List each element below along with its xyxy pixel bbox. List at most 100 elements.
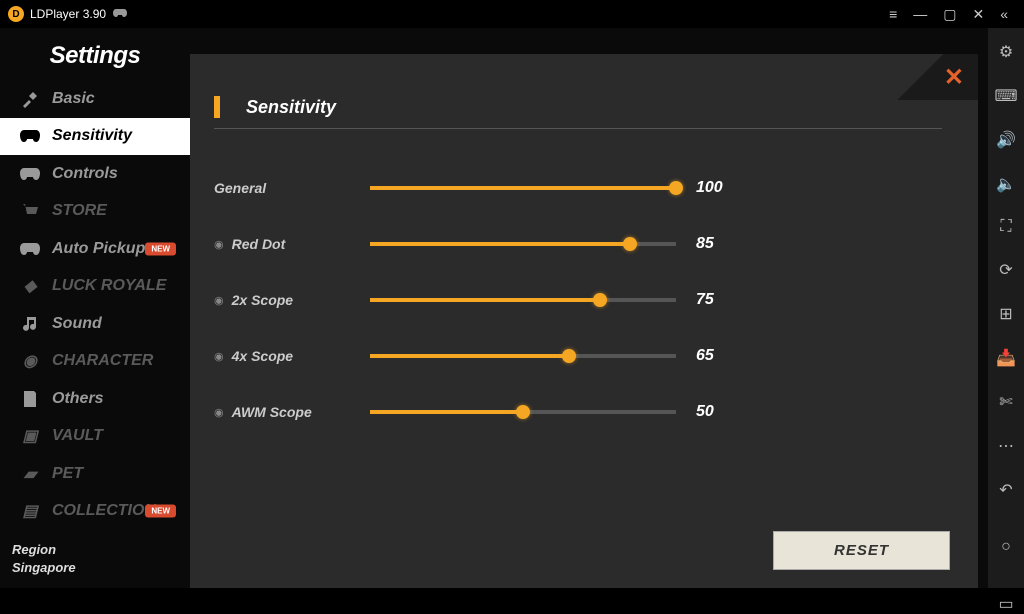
scissors-icon[interactable]: ✄ bbox=[999, 392, 1012, 412]
dice-icon: ◆ bbox=[18, 276, 42, 296]
nav-pet[interactable]: ▰ PET bbox=[0, 455, 190, 493]
close-panel-button[interactable]: ✕ bbox=[898, 54, 978, 100]
cart-icon bbox=[18, 202, 42, 220]
nav-sensitivity[interactable]: Sensitivity bbox=[0, 118, 190, 156]
nav-label: Basic bbox=[52, 90, 95, 108]
slider-label: 2x Scope bbox=[232, 292, 293, 308]
slider-label: AWM Scope bbox=[232, 404, 312, 420]
reset-button[interactable]: RESET bbox=[773, 531, 950, 570]
nav-label: VAULT bbox=[52, 427, 103, 445]
nav-label: STORE bbox=[52, 202, 107, 220]
settings-panel: ✕ Sensitivity General 100 bbox=[190, 54, 978, 588]
volume-up-icon[interactable]: 🔊 bbox=[996, 130, 1016, 150]
region-label: Region bbox=[12, 542, 178, 557]
app-name: LDPlayer 3.90 bbox=[30, 7, 106, 21]
collapse-toolbar-button[interactable]: « bbox=[992, 4, 1016, 24]
nav-character[interactable]: ◉ CHARACTER bbox=[0, 343, 190, 381]
nav-controls[interactable]: Controls bbox=[0, 155, 190, 193]
accent-bar bbox=[214, 96, 220, 118]
slider-label: General bbox=[214, 180, 266, 196]
sync-icon[interactable]: ⟳ bbox=[999, 260, 1012, 280]
new-badge: NEW bbox=[145, 242, 176, 255]
fullscreen-icon[interactable]: ⛶ bbox=[1000, 218, 1011, 236]
nav-auto-pickup[interactable]: Auto Pickup NEW bbox=[0, 230, 190, 268]
nav-store[interactable]: STORE bbox=[0, 193, 190, 231]
scope-icon: ◉ bbox=[214, 406, 224, 419]
nav-label: Auto Pickup bbox=[52, 240, 145, 258]
main-area: Settings Basic Sensitivity Controls STOR… bbox=[0, 28, 1024, 588]
section-header: Sensitivity bbox=[214, 96, 942, 129]
nav-others[interactable]: Others bbox=[0, 380, 190, 418]
nav-label: PET bbox=[52, 465, 83, 483]
pet-icon: ▰ bbox=[18, 464, 42, 484]
scope-icon: ◉ bbox=[214, 294, 224, 307]
game-content: Settings Basic Sensitivity Controls STOR… bbox=[0, 28, 988, 588]
music-icon bbox=[18, 315, 42, 333]
nav-label: Sensitivity bbox=[52, 127, 132, 145]
install-icon[interactable]: ⊞ bbox=[999, 304, 1012, 324]
slider-value: 75 bbox=[696, 291, 746, 309]
region-block[interactable]: Region Singapore bbox=[0, 530, 190, 588]
wrench-icon bbox=[18, 89, 42, 109]
slider-label: Red Dot bbox=[232, 236, 286, 252]
nav-collection[interactable]: ▤ COLLECTION NEW bbox=[0, 493, 190, 531]
slider-4x-scope: ◉ 4x Scope 65 bbox=[214, 347, 942, 365]
slider-track-awm[interactable] bbox=[370, 410, 676, 414]
gamepad-icon bbox=[18, 129, 42, 143]
home-icon[interactable]: ○ bbox=[1001, 538, 1011, 556]
back-icon[interactable]: ↶ bbox=[999, 480, 1012, 500]
person-icon: ◉ bbox=[18, 351, 42, 371]
slider-track-general[interactable] bbox=[370, 186, 676, 190]
new-badge: NEW bbox=[145, 505, 176, 518]
slider-thumb[interactable] bbox=[516, 405, 530, 419]
close-icon: ✕ bbox=[944, 63, 964, 92]
nav-label: CHARACTER bbox=[52, 352, 153, 370]
minimize-button[interactable]: — bbox=[905, 4, 935, 24]
nav-sound[interactable]: Sound bbox=[0, 305, 190, 343]
slider-thumb[interactable] bbox=[669, 181, 683, 195]
slider-value: 50 bbox=[696, 403, 746, 421]
close-window-button[interactable]: ✕ bbox=[964, 4, 992, 25]
region-value: Singapore bbox=[12, 560, 178, 575]
settings-title: Settings bbox=[0, 28, 190, 80]
slider-awm-scope: ◉ AWM Scope 50 bbox=[214, 403, 942, 421]
slider-track-4x[interactable] bbox=[370, 354, 676, 358]
nav-basic[interactable]: Basic bbox=[0, 80, 190, 118]
slider-value: 100 bbox=[696, 179, 746, 197]
slider-red-dot: ◉ Red Dot 85 bbox=[214, 235, 942, 253]
slider-label: 4x Scope bbox=[232, 348, 293, 364]
emulator-titlebar: D LDPlayer 3.90 ≡ — ▢ ✕ « bbox=[0, 0, 1024, 28]
volume-down-icon[interactable]: 🔈 bbox=[996, 174, 1016, 194]
apk-icon[interactable]: 📥 bbox=[996, 348, 1016, 368]
slider-2x-scope: ◉ 2x Scope 75 bbox=[214, 291, 942, 309]
nav-label: COLLECTION bbox=[52, 502, 156, 520]
slider-thumb[interactable] bbox=[623, 237, 637, 251]
slider-track-red-dot[interactable] bbox=[370, 242, 676, 246]
slider-value: 65 bbox=[696, 347, 746, 365]
document-icon bbox=[18, 390, 42, 408]
more-icon[interactable]: ⋯ bbox=[998, 436, 1014, 456]
collection-icon: ▤ bbox=[18, 501, 42, 521]
gear-icon[interactable]: ⚙ bbox=[999, 42, 1013, 62]
slider-value: 85 bbox=[696, 235, 746, 253]
gamepad-icon bbox=[112, 7, 128, 22]
slider-thumb[interactable] bbox=[562, 349, 576, 363]
menu-icon[interactable]: ≡ bbox=[881, 4, 905, 24]
nav-luck-royale[interactable]: ◆ LUCK ROYALE bbox=[0, 268, 190, 306]
nav-label: LUCK ROYALE bbox=[52, 277, 166, 295]
vault-icon: ▣ bbox=[18, 426, 42, 446]
scope-icon: ◉ bbox=[214, 350, 224, 363]
slider-general: General 100 bbox=[214, 179, 942, 197]
gamepad-icon bbox=[18, 242, 42, 256]
slider-thumb[interactable] bbox=[593, 293, 607, 307]
nav-label: Controls bbox=[52, 165, 118, 183]
scope-icon: ◉ bbox=[214, 238, 224, 251]
slider-track-2x[interactable] bbox=[370, 298, 676, 302]
settings-sidebar: Settings Basic Sensitivity Controls STOR… bbox=[0, 28, 190, 588]
section-title: Sensitivity bbox=[246, 97, 336, 118]
recent-icon[interactable]: ▭ bbox=[998, 594, 1013, 614]
nav-vault[interactable]: ▣ VAULT bbox=[0, 418, 190, 456]
ldplayer-logo-icon: D bbox=[8, 6, 24, 22]
maximize-button[interactable]: ▢ bbox=[935, 4, 964, 25]
keyboard-icon[interactable]: ⌨ bbox=[994, 86, 1017, 106]
